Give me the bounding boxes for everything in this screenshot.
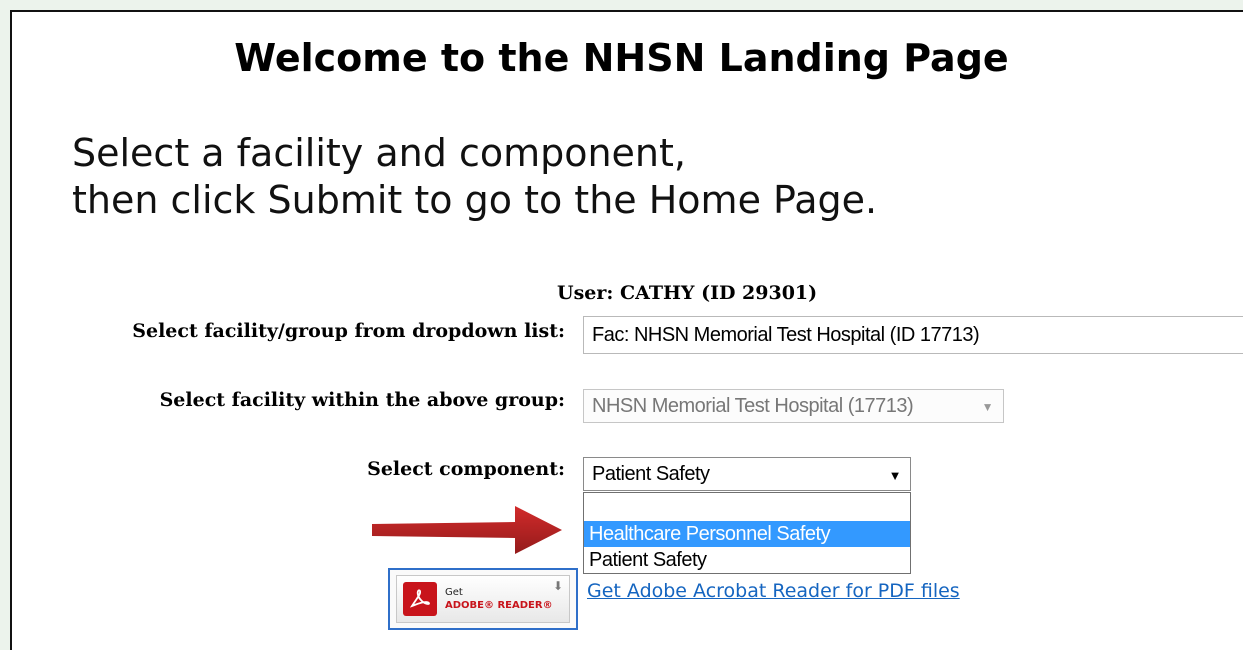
instruction-line-1: Select a facility and component, [72,131,686,175]
adobe-reader-link[interactable]: Get Adobe Acrobat Reader for PDF files [587,580,960,602]
component-option-healthcare-personnel-safety[interactable]: Healthcare Personnel Safety [584,521,910,547]
instruction-line-2: then click Submit to go to the Home Page… [72,178,878,222]
download-icon: ⬇ [552,579,563,593]
adobe-badge-brand: ADOBE® READER® [445,600,553,611]
facility-group-select[interactable]: Fac: NHSN Memorial Test Hospital (ID 177… [583,316,1243,354]
adobe-pdf-icon [403,582,437,616]
page-title: Welcome to the NHSN Landing Page [234,36,1009,80]
facility-group-label: Select facility/group from dropdown list… [132,320,565,342]
adobe-reader-badge[interactable]: Get ADOBE® READER® ⬇ [388,568,578,630]
component-option-patient-safety[interactable]: Patient Safety [584,547,910,573]
facility-group-value: Fac: NHSN Memorial Test Hospital (ID 177… [592,323,980,346]
facility-within-value: NHSN Memorial Test Hospital (17713) [592,394,914,417]
component-dropdown-list: Healthcare Personnel Safety Patient Safe… [583,492,911,574]
adobe-badge-get: Get [445,587,463,598]
chevron-down-icon: ▼ [981,400,994,414]
component-select[interactable]: Patient Safety ▼ [583,457,911,491]
instruction-text: Select a facility and component, then cl… [72,130,877,224]
facility-within-select[interactable]: NHSN Memorial Test Hospital (17713) ▼ [583,389,1004,423]
facility-within-label: Select facility within the above group: [159,389,565,411]
chevron-down-icon: ▼ [888,468,902,483]
red-arrow-icon [372,506,562,554]
adobe-badge-text: Get ADOBE® READER® [445,586,553,612]
component-value: Patient Safety [592,462,710,485]
user-info: User: CATHY (ID 29301) [557,282,818,304]
component-label: Select component: [367,458,565,480]
adobe-reader-badge-inner: Get ADOBE® READER® ⬇ [396,575,570,623]
component-option-blank[interactable] [584,493,910,521]
